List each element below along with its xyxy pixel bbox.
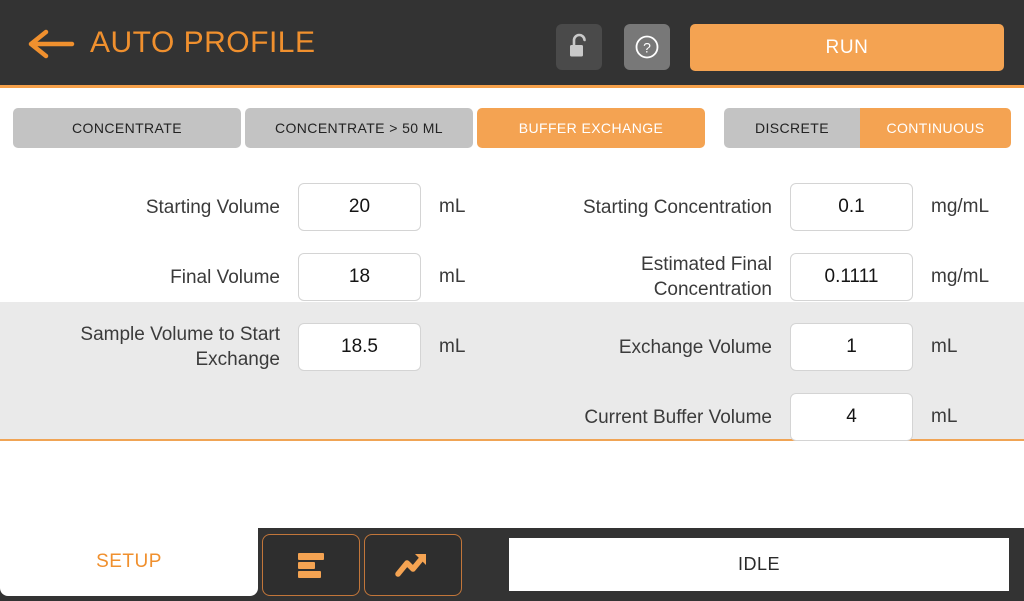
tab-buffer-exchange[interactable]: BUFFER EXCHANGE — [477, 108, 705, 148]
current-buffer-volume-input[interactable]: 4 — [790, 393, 913, 441]
starting-concentration-input[interactable]: 0.1 — [790, 183, 913, 231]
current-buffer-volume-unit: mL — [931, 406, 958, 427]
starting-volume-input[interactable]: 20 — [298, 183, 421, 231]
bar-list-glyph — [298, 553, 324, 578]
sample-volume-to-start-exchange-unit: mL — [439, 336, 466, 357]
tab-setup[interactable]: SETUP — [0, 528, 258, 596]
bar-list-icon[interactable] — [262, 534, 360, 596]
app-footer: SETUP IDLE — [0, 528, 1024, 601]
starting-volume-label: Starting Volume — [145, 196, 280, 218]
current-buffer-volume-label: Current Buffer Volume — [584, 406, 772, 428]
tab-discrete[interactable]: DISCRETE — [724, 108, 860, 148]
estimated-final-concentration-input[interactable]: 0.1111 — [790, 253, 913, 301]
field-exchange-volume: Exchange Volume 1 mL — [540, 312, 1010, 382]
exchange-volume-input[interactable]: 1 — [790, 323, 913, 371]
starting-concentration-unit: mg/mL — [931, 196, 990, 217]
starting-concentration-label: Starting Concentration — [582, 196, 772, 218]
arrow-left-icon[interactable] — [27, 28, 75, 60]
page-title: AUTO PROFILE — [90, 26, 316, 59]
status-badge: IDLE — [509, 538, 1009, 591]
controls-row: Membrane Cut Off Size 30 kDa Advanced Se… — [0, 443, 1024, 528]
field-starting-volume: Starting Volume 20 mL — [18, 172, 488, 242]
field-sample-volume-to-start-exchange: Sample Volume to Start Exchange 18.5 mL — [18, 312, 488, 382]
svg-text:?: ? — [643, 40, 651, 56]
tab-concentrate-over-50ml[interactable]: CONCENTRATE > 50 ML — [245, 108, 473, 148]
estimated-final-concentration-label: Estimated Final Concentration — [641, 254, 772, 300]
mode-tab-bar: CONCENTRATE CONCENTRATE > 50 ML BUFFER E… — [0, 91, 1024, 155]
auto-profile-screen: AUTO PROFILE ? RUN CONCENTRATE CONCENTRA… — [0, 0, 1024, 601]
tab-concentrate[interactable]: CONCENTRATE — [13, 108, 241, 148]
sample-volume-to-start-exchange-label: Sample Volume to Start Exchange — [80, 324, 280, 370]
app-header: AUTO PROFILE ? RUN — [0, 0, 1024, 88]
question-circle-icon[interactable]: ? — [624, 24, 670, 70]
unlock-icon[interactable] — [556, 24, 602, 70]
estimated-final-concentration-unit: mg/mL — [931, 266, 990, 287]
run-button[interactable]: RUN — [690, 24, 1004, 71]
arrow-left-glyph — [28, 29, 75, 59]
sample-volume-to-start-exchange-input[interactable]: 18.5 — [298, 323, 421, 371]
trending-up-glyph — [395, 554, 426, 577]
final-volume-input[interactable]: 18 — [298, 253, 421, 301]
trending-up-icon[interactable] — [364, 534, 462, 596]
tab-continuous[interactable]: CONTINUOUS — [860, 108, 1011, 148]
unlock-glyph — [570, 33, 586, 57]
exchange-volume-unit: mL — [931, 336, 958, 357]
starting-volume-unit: mL — [439, 196, 466, 217]
field-current-buffer-volume: Current Buffer Volume 4 mL — [540, 382, 1010, 452]
field-starting-concentration: Starting Concentration 0.1 mg/mL — [540, 172, 1010, 242]
final-volume-unit: mL — [439, 266, 466, 287]
final-volume-label: Final Volume — [170, 266, 280, 288]
question-circle-glyph: ? — [635, 35, 659, 59]
exchange-volume-label: Exchange Volume — [618, 336, 772, 358]
